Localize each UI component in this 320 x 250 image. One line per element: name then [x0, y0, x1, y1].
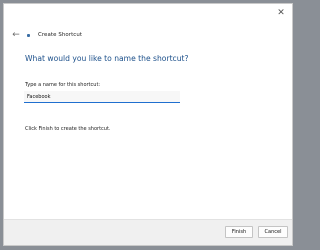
finish-instruction: Click Finish to create the shortcut.	[25, 126, 111, 132]
create-shortcut-dialog: ✕ ← Create Shortcut What would you like …	[3, 3, 293, 246]
shortcut-name-input[interactable]	[24, 91, 180, 103]
wizard-header: ← Create Shortcut	[10, 29, 82, 41]
page-heading: What would you like to name the shortcut…	[25, 54, 189, 63]
finish-button[interactable]: Finish	[225, 226, 253, 238]
dialog-footer: Finish Cancel	[4, 219, 292, 245]
cancel-button[interactable]: Cancel	[258, 226, 288, 238]
back-arrow-icon[interactable]: ←	[10, 29, 22, 41]
close-icon[interactable]: ✕	[274, 6, 288, 20]
shortcut-name-label: Type a name for this shortcut:	[25, 82, 101, 88]
wizard-title: Create Shortcut	[38, 32, 83, 38]
shortcut-wizard-icon	[26, 32, 32, 38]
